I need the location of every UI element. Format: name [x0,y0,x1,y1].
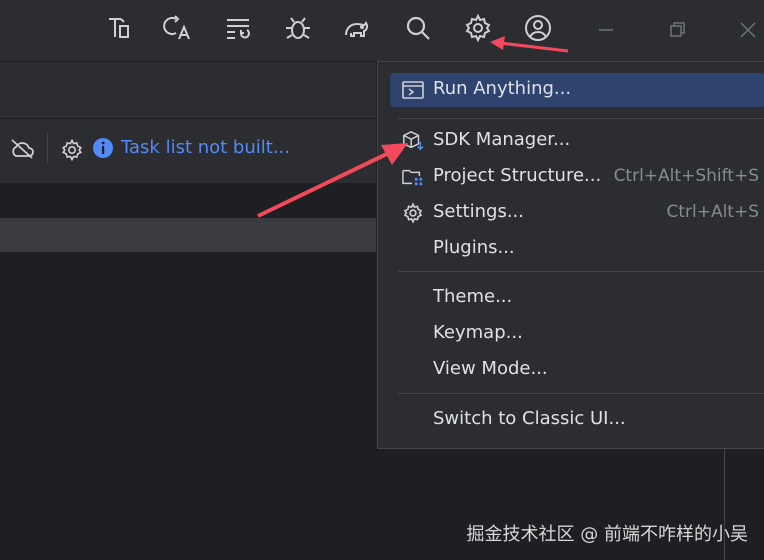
editor-tab-strip [0,61,376,119]
menu-separator [398,271,764,272]
settings-icon[interactable] [462,12,494,44]
run-anything-icon [402,79,424,101]
settings-menu: Run Anything... SDK Manager... Project S… [377,61,764,449]
watermark: 掘金技术社区 @ 前端不咋样的小吴 [466,524,748,545]
menu-item-view-mode[interactable]: View Mode... [390,353,764,387]
elephant-icon[interactable] [341,12,373,44]
menu-item-run-anything[interactable]: Run Anything... [390,73,764,107]
menu-item-theme[interactable]: Theme... [390,281,764,315]
toolbar-divider [47,133,48,163]
selected-row[interactable] [0,218,376,252]
menu-item-settings[interactable]: Settings... Ctrl+Alt+S [390,196,764,230]
info-icon [91,136,115,160]
close-icon[interactable] [736,18,760,42]
search-icon[interactable] [402,12,434,44]
task-list-link[interactable]: Task list not built... [121,137,290,158]
build-icon[interactable] [103,12,135,44]
changes-icon[interactable] [222,12,254,44]
settings-gear-icon [402,202,424,224]
gear-icon[interactable] [59,137,85,163]
debug-icon[interactable] [282,12,314,44]
title-bar [0,0,764,61]
menu-separator [398,393,764,394]
cloud-off-icon[interactable] [8,136,36,162]
restore-icon[interactable] [665,18,689,42]
menu-item-plugins[interactable]: Plugins... [390,232,764,266]
menu-item-project-structure[interactable]: Project Structure... Ctrl+Alt+Shift+S [390,160,764,194]
account-icon[interactable] [522,12,554,44]
menu-separator [398,118,764,119]
project-structure-icon [402,166,424,188]
menu-item-sdk-manager[interactable]: SDK Manager... [390,124,764,158]
translate-icon[interactable] [162,12,194,44]
minimize-icon[interactable] [594,18,618,42]
sdk-cube-icon [402,130,424,152]
menu-item-switch-classic-ui[interactable]: Switch to Classic UI... [390,403,764,437]
menu-item-keymap[interactable]: Keymap... [390,317,764,351]
